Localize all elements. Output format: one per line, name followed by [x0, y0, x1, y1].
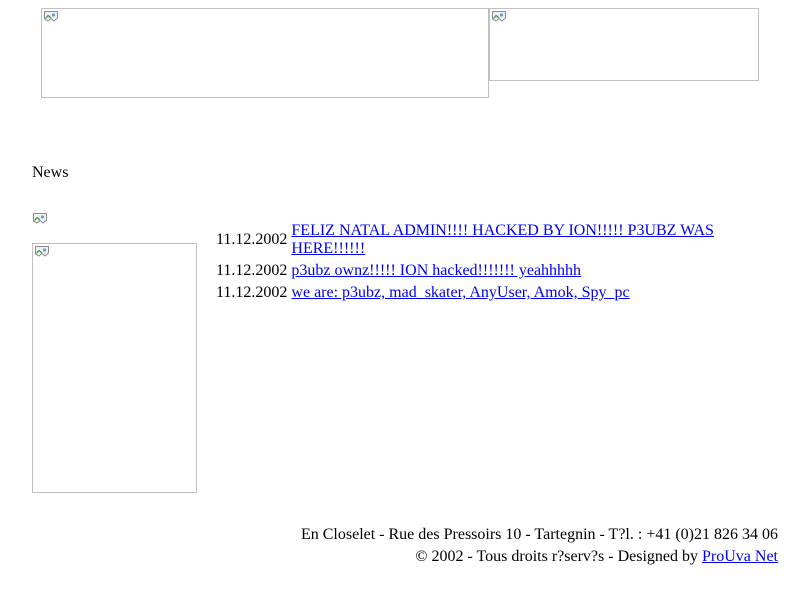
news-link[interactable]: we are: p3ubz, mad_skater, AnyUser, Amok…	[291, 284, 629, 301]
header-logo-image	[489, 8, 759, 81]
designer-link[interactable]: ProUva Net	[702, 548, 778, 565]
news-date: 11.12.2002	[216, 284, 288, 301]
news-item: 11.12.2002 we are: p3ubz, mad_skater, An…	[215, 283, 720, 303]
footer-copyright-line: © 2002 - Tous droits r?serv?s - Designed…	[301, 546, 778, 568]
news-link[interactable]: p3ubz ownz!!!!! ION hacked!!!!!!! yeahhh…	[291, 262, 581, 279]
broken-image-icon	[33, 213, 47, 224]
news-heading: News	[32, 164, 69, 181]
news-date: 11.12.2002	[216, 262, 288, 279]
broken-image-icon	[492, 11, 506, 22]
broken-image-icon	[44, 11, 58, 22]
header-banner-image	[41, 8, 489, 98]
footer: En Closelet - Rue des Pressoirs 10 - Tar…	[301, 524, 778, 568]
news-item: 11.12.2002 p3ubz ownz!!!!! ION hacked!!!…	[215, 261, 720, 281]
news-list: 11.12.2002 FELIZ NATAL ADMIN!!!! HACKED …	[213, 219, 722, 305]
news-item: 11.12.2002 FELIZ NATAL ADMIN!!!! HACKED …	[215, 221, 720, 259]
footer-copyright: © 2002 - Tous droits r?serv?s - Designed…	[415, 548, 699, 565]
page: News 11.12.2002 FELIZ NATAL ADMIN!!!! HA…	[0, 0, 800, 600]
sidebar-image	[32, 243, 197, 493]
broken-image-icon	[35, 246, 49, 257]
footer-address: En Closelet - Rue des Pressoirs 10 - Tar…	[300, 526, 778, 543]
news-date: 11.12.2002	[216, 231, 288, 248]
news-link[interactable]: FELIZ NATAL ADMIN!!!! HACKED BY ION!!!!!…	[291, 222, 714, 257]
